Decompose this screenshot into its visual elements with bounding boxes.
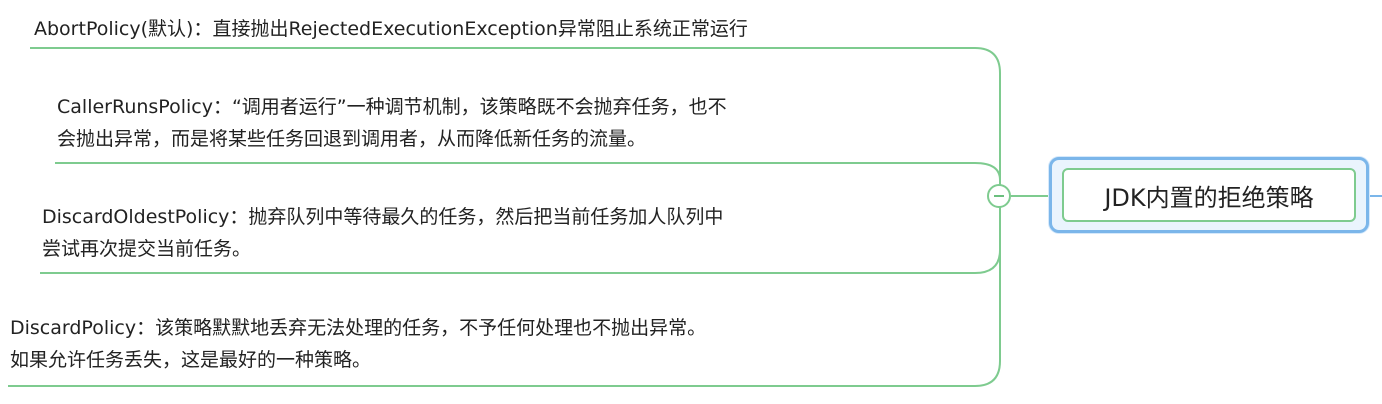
branch-oldest-term: DiscardOldestPolicy：	[42, 206, 249, 228]
connector-caller	[55, 162, 1001, 196]
branch-caller-text-1: “调用者运行”一种调节机制，该策略既不会抛弃任务，也不	[231, 96, 727, 118]
branch-discard-text-1: 该策略默默地丢弃无法处理的任务，不予任何处理也不抛出异常。	[155, 317, 707, 339]
branch-discard-oldest-policy[interactable]: DiscardOldestPolicy：抛弃队列中等待最久的任务，然后把当前任务…	[42, 201, 723, 265]
root-topic-inner: JDK内置的拒绝策略	[1062, 168, 1356, 222]
branch-abort-policy[interactable]: AbortPolicy(默认)：直接抛出RejectedExecutionExc…	[34, 13, 748, 45]
collapse-toggle-minus-icon[interactable]	[987, 184, 1011, 208]
branch-discard-line-1: DiscardPolicy：该策略默默地丢弃无法处理的任务，不予任何处理也不抛出…	[10, 312, 706, 344]
mind-map-canvas: AbortPolicy(默认)：直接抛出RejectedExecutionExc…	[0, 0, 1382, 404]
branch-caller-term: CallerRunsPolicy：	[57, 96, 232, 118]
root-topic-node[interactable]: JDK内置的拒绝策略	[1049, 157, 1369, 233]
branch-oldest-text-1: 抛弃队列中等待最久的任务，然后把当前任务加人队列中	[248, 206, 724, 228]
branch-caller-line-2: 会抛出异常，而是将某些任务回退到调用者，从而降低新任务的流量。	[57, 128, 647, 150]
branch-discard-term: DiscardPolicy：	[10, 317, 156, 339]
branch-abort-line-1: AbortPolicy(默认)：直接抛出RejectedExecutionExc…	[34, 13, 748, 45]
branch-caller-runs-policy[interactable]: CallerRunsPolicy：“调用者运行”一种调节机制，该策略既不会抛弃任…	[57, 91, 727, 155]
branch-discard-policy[interactable]: DiscardPolicy：该策略默默地丢弃无法处理的任务，不予任何处理也不抛出…	[10, 312, 706, 376]
root-topic-label: JDK内置的拒绝策略	[1104, 183, 1314, 212]
branch-abort-text-1: 直接抛出RejectedExecutionException异常阻止系统正常运行	[212, 18, 748, 40]
branch-caller-line-1: CallerRunsPolicy：“调用者运行”一种调节机制，该策略既不会抛弃任…	[57, 91, 727, 123]
branch-abort-term: AbortPolicy(默认)：	[34, 18, 213, 40]
branch-discard-line-2: 如果允许任务丢失，这是最好的一种策略。	[10, 349, 372, 371]
branch-oldest-line-2: 尝试再次提交当前任务。	[42, 238, 252, 260]
branch-oldest-line-1: DiscardOldestPolicy：抛弃队列中等待最久的任务，然后把当前任务…	[42, 201, 723, 233]
